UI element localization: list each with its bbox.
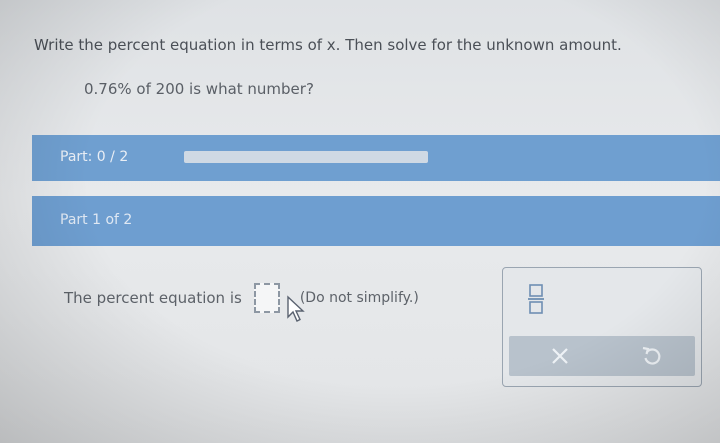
mouse-cursor-icon — [287, 295, 305, 322]
progress-label: Part: 0 / 2 — [60, 149, 129, 165]
equation-hint: (Do not simplify.) — [299, 290, 419, 306]
part-label: Part 1 of 2 — [60, 212, 133, 228]
part-header: Part 1 of 2 — [32, 196, 720, 246]
answer-input[interactable] — [253, 283, 280, 313]
action-strip — [509, 336, 695, 376]
screen: Write the percent equation in terms of x… — [0, 0, 720, 443]
question-text: 0.76% of 200 is what number? — [84, 80, 314, 98]
undo-icon[interactable] — [639, 343, 665, 369]
fraction-icon[interactable] — [527, 284, 545, 314]
math-tool-panel — [502, 267, 702, 387]
progress-track — [184, 151, 428, 163]
x-icon[interactable] — [547, 343, 573, 369]
equation-label: The percent equation is — [64, 289, 242, 307]
equation-row: The percent equation is (Do not simplify… — [64, 283, 419, 313]
instruction-text: Write the percent equation in terms of x… — [34, 36, 622, 54]
progress-header: Part: 0 / 2 — [32, 135, 720, 181]
